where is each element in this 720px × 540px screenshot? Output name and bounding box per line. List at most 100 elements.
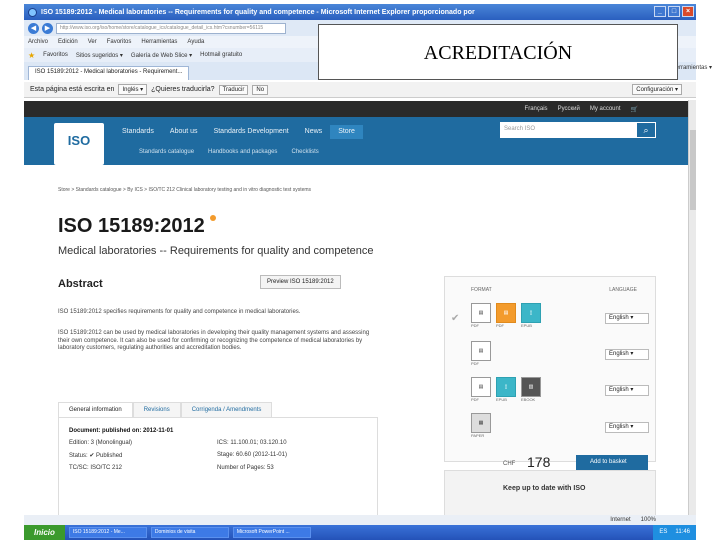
minimize-button[interactable]: _ <box>654 6 666 17</box>
close-button[interactable]: × <box>682 6 694 17</box>
status-bar: Internet 100% <box>24 515 696 525</box>
back-icon[interactable]: ◀ <box>28 22 39 34</box>
format-row-1[interactable]: ▤ PDF ▤ PDF ▯ EPUB <box>471 303 541 329</box>
info-tabs: General information Revisions Corrigenda… <box>58 402 273 418</box>
format-label: EPUB <box>521 323 532 328</box>
epub-icon[interactable]: ▯ <box>521 303 541 323</box>
pdf-icon[interactable]: ▤ <box>471 303 491 323</box>
start-button[interactable]: Inicio <box>24 525 65 540</box>
format-label: PAPER <box>471 433 485 438</box>
web-slice-gallery[interactable]: Galería de Web Slice ▾ <box>131 52 192 59</box>
my-account-link[interactable]: My account <box>590 106 621 112</box>
currency: CHF <box>503 461 516 467</box>
no-translate-button[interactable]: No <box>252 84 269 95</box>
subnav-handbooks[interactable]: Handbooks and packages <box>208 149 277 155</box>
favorites-button[interactable]: Favoritos <box>43 52 68 58</box>
sub-nav: Standards catalogue Handbooks and packag… <box>139 149 319 155</box>
forward-icon[interactable]: ▶ <box>42 22 53 34</box>
language-select-1[interactable]: English ▾ <box>605 313 649 324</box>
translate-button[interactable]: Traducir <box>218 84 249 95</box>
language-select-3[interactable]: English ▾ <box>605 385 649 396</box>
language-select-4[interactable]: English ▾ <box>605 422 649 433</box>
pdf-icon[interactable]: ▤ <box>471 341 491 361</box>
ie-icon <box>28 7 37 17</box>
menu-archivo[interactable]: Archivo <box>28 39 48 45</box>
status: Status: ✔ Published <box>69 453 123 459</box>
paper-icon[interactable]: ▦ <box>471 413 491 433</box>
menu-ayuda[interactable]: Ayuda <box>187 39 204 45</box>
ebook-icon[interactable]: ▥ <box>521 377 541 397</box>
taskbar-item-folder[interactable]: Dominios de visita <box>150 527 229 538</box>
stage[interactable]: Stage: 60.60 (2012-11-01) <box>217 452 287 459</box>
acreditacion-label: ACREDITACIÓN <box>318 24 678 80</box>
vertical-scrollbar[interactable] <box>688 100 696 515</box>
add-to-basket-button[interactable]: Add to basket <box>576 455 648 470</box>
newsletter-heading: Keep up to date with ISO <box>503 485 586 492</box>
language-select-2[interactable]: English ▾ <box>605 349 649 360</box>
nav-about-us[interactable]: About us <box>162 125 206 139</box>
pdf-icon[interactable]: ▤ <box>496 303 516 323</box>
lang-russian[interactable]: Русский <box>558 106 580 112</box>
suggested-sites[interactable]: Sitios sugeridos ▾ <box>76 52 123 59</box>
nav-standards[interactable]: Standards <box>114 125 162 139</box>
iso-logo[interactable]: ISO <box>54 123 104 165</box>
menu-favoritos[interactable]: Favoritos <box>107 39 132 45</box>
taskbar-item-powerpoint[interactable]: Microsoft PowerPoint ... <box>232 527 311 538</box>
abstract-heading: Abstract <box>58 278 103 290</box>
search-icon[interactable]: ⌕ <box>636 122 656 138</box>
maximize-button[interactable]: □ <box>668 6 680 17</box>
window-controls: _ □ × <box>654 6 694 17</box>
system-tray: ES 11:46 <box>653 525 696 540</box>
menu-ver[interactable]: Ver <box>88 39 97 45</box>
hotmail-link[interactable]: Hotmail gratuito <box>200 52 242 58</box>
menu-herramientas[interactable]: Herramientas <box>141 39 177 45</box>
nav-standards-development[interactable]: Standards Development <box>206 125 297 139</box>
ics-codes[interactable]: ICS: 11.100.01; 03.120.10 <box>217 440 287 446</box>
tab-general-information[interactable]: General information <box>58 402 133 418</box>
tc-sc[interactable]: TC/SC: ISO/TC 212 <box>69 465 209 471</box>
window-title: ISO 15189:2012 - Medical laboratories --… <box>41 8 475 16</box>
zoom-level[interactable]: 100% <box>641 517 656 523</box>
cart-icon[interactable]: 🛒 <box>631 106 638 113</box>
page-title: ISO 15189:2012 <box>58 215 217 238</box>
lang-french[interactable]: Français <box>525 106 548 112</box>
format-label: PDF <box>496 323 504 328</box>
url-input[interactable]: http://www.iso.org/iso/home/store/catalo… <box>56 22 286 34</box>
format-label: PDF <box>471 323 479 328</box>
browser-tab[interactable]: ISO 15189:2012 - Medical laboratories - … <box>28 66 190 80</box>
selected-check-icon: ✔ <box>451 313 460 324</box>
format-label: PDF <box>471 397 479 402</box>
preview-button[interactable]: Preview ISO 15189:2012 <box>260 275 341 289</box>
format-row-3[interactable]: ▤ PDF ▯ EPUB ▥ EBOOK <box>471 377 541 403</box>
abstract-paragraph-1: ISO 15189:2012 specifies requirements fo… <box>58 309 301 315</box>
taskbar: Inicio ISO 15189:2012 - Me... Dominios d… <box>24 525 696 540</box>
menu-edicion[interactable]: Edición <box>58 39 78 45</box>
tray-language[interactable]: ES <box>659 525 667 540</box>
site-top-bar: Français Русский My account 🛒 <box>24 101 688 117</box>
tab-revisions[interactable]: Revisions <box>132 402 181 418</box>
nav-store[interactable]: Store <box>330 125 363 139</box>
subnav-checklists[interactable]: Checklists <box>291 149 318 155</box>
star-icon: ★ <box>28 50 36 60</box>
scrollbar-thumb[interactable] <box>690 130 696 210</box>
taskbar-item-ie[interactable]: ISO 15189:2012 - Me... <box>68 527 147 538</box>
format-row-2[interactable]: ▤ PDF <box>471 341 491 367</box>
number-of-pages: Number of Pages: 53 <box>217 465 274 471</box>
pdf-icon[interactable]: ▤ <box>471 377 491 397</box>
source-language-select[interactable]: Inglés ▾ <box>118 84 148 95</box>
security-zone: Internet <box>610 517 631 523</box>
tab-corrigenda[interactable]: Corrigenda / Amendments <box>180 402 273 418</box>
epub-icon[interactable]: ▯ <box>496 377 516 397</box>
translate-config-button[interactable]: Configuración ▾ <box>632 84 682 95</box>
site-header: ISO Standards About us Standards Develop… <box>24 117 688 165</box>
nav-news[interactable]: News <box>297 125 331 139</box>
published-date: Document: published on: 2012-11-01 <box>69 428 174 434</box>
translate-bar: Esta página está escrita en Inglés ▾ ¿Qu… <box>24 82 696 98</box>
subnav-catalogue[interactable]: Standards catalogue <box>139 149 194 155</box>
translate-question: ¿Quieres traducirla? <box>151 86 215 93</box>
breadcrumb[interactable]: Store > Standards catalogue > By ICS > I… <box>58 187 311 193</box>
format-row-4[interactable]: ▦ PAPER <box>471 413 491 439</box>
format-label: PDF <box>471 361 479 366</box>
search-input[interactable]: Search ISO <box>500 122 636 138</box>
abstract-paragraph-2: ISO 15189:2012 can be used by medical la… <box>58 330 370 351</box>
